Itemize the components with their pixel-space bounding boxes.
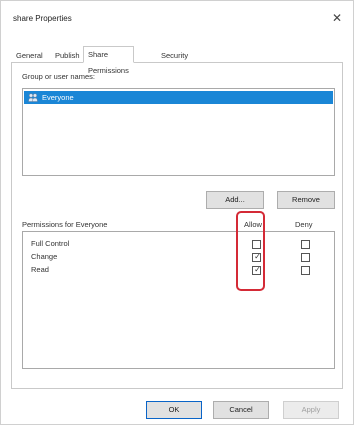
window-title: share Properties: [13, 14, 72, 23]
group-names-label: Group or user names:: [22, 72, 95, 81]
allow-column-highlight: [236, 211, 265, 291]
apply-button[interactable]: Apply: [283, 401, 339, 419]
close-icon[interactable]: ✕: [327, 9, 347, 27]
ok-button[interactable]: OK: [146, 401, 202, 419]
permission-name: Full Control: [31, 239, 70, 248]
add-button[interactable]: Add...: [206, 191, 264, 209]
permissions-list: Full Control Change Read ✓ ✓: [22, 231, 335, 369]
share-properties-dialog: share Properties ✕ General Publish Share…: [0, 0, 354, 425]
remove-button[interactable]: Remove: [277, 191, 335, 209]
tab-share-permissions[interactable]: Share Permissions: [83, 46, 134, 75]
title-bar: share Properties ✕: [1, 1, 353, 33]
tab-security[interactable]: Security: [156, 48, 193, 62]
tab-publish[interactable]: Publish: [50, 48, 85, 62]
list-item-everyone[interactable]: Everyone: [24, 91, 333, 104]
list-item-label: Everyone: [42, 93, 74, 102]
permission-name: Change: [31, 252, 58, 261]
deny-header: Deny: [295, 220, 313, 229]
deny-read-checkbox[interactable]: [301, 266, 310, 275]
deny-change-checkbox[interactable]: [301, 253, 310, 262]
cancel-button[interactable]: Cancel: [213, 401, 269, 419]
share-permissions-panel: Group or user names: Everyone Add... Rem…: [11, 62, 343, 389]
deny-full-control-checkbox[interactable]: [301, 240, 310, 249]
permissions-label: Permissions for Everyone: [22, 220, 108, 229]
permission-name: Read: [31, 265, 49, 274]
group-user-list[interactable]: Everyone: [22, 88, 335, 176]
users-icon: [28, 93, 38, 102]
tab-general[interactable]: General: [11, 48, 48, 62]
